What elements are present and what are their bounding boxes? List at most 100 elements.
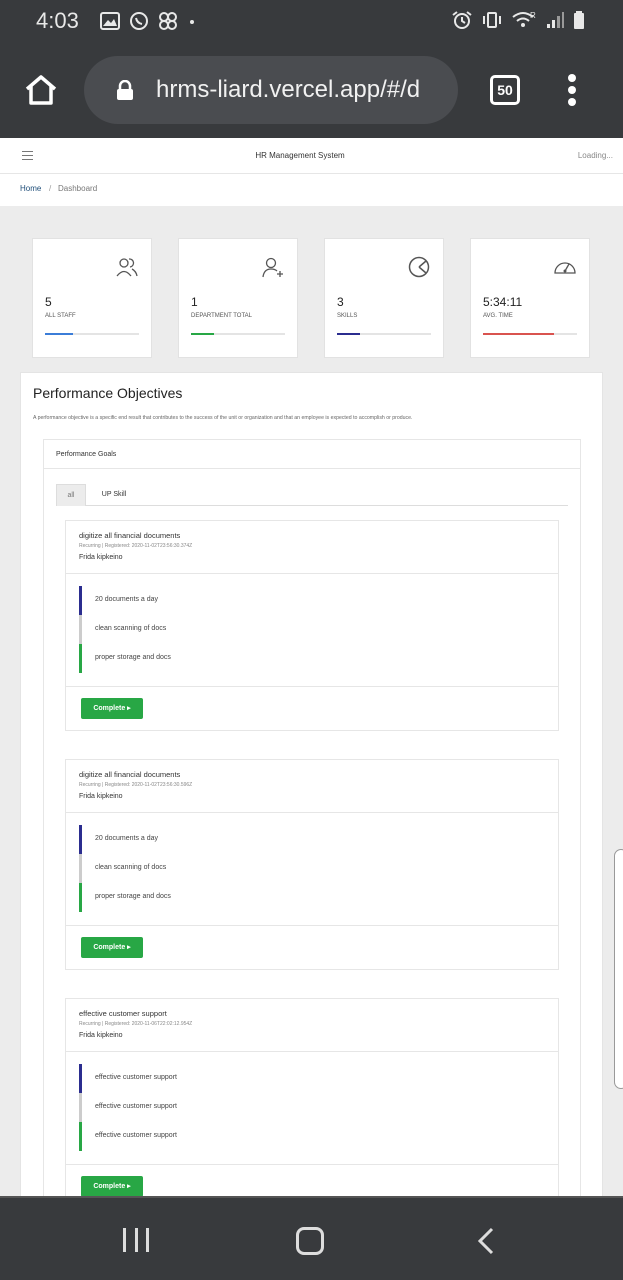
- wifi-icon: R: [512, 11, 536, 27]
- url-text: hrms-liard.vercel.app/#/d: [156, 76, 421, 103]
- app-title: HR Management System: [255, 151, 345, 160]
- whatsapp-icon: [130, 12, 148, 30]
- goals-header-label: Performance Goals: [56, 451, 117, 458]
- home-icon[interactable]: [24, 74, 58, 106]
- objective-item: clean scanning of docs: [79, 615, 549, 644]
- objective-item-text: clean scanning of docs: [95, 625, 167, 632]
- objective-card: digitize all financial documents Recurri…: [65, 520, 559, 731]
- objective-name: digitize all financial documents: [79, 770, 181, 779]
- stat-value: 1: [191, 295, 198, 309]
- tab-all[interactable]: all: [56, 484, 86, 506]
- performance-description: A performance objective is a specific en…: [33, 415, 413, 421]
- performance-title: Performance Objectives: [33, 385, 183, 401]
- add-user-icon: [262, 257, 283, 278]
- edge-panel-handle[interactable]: [614, 849, 623, 1089]
- dot-icon: [190, 20, 194, 24]
- status-bar: 4:03 R: [0, 0, 623, 42]
- back-icon[interactable]: [476, 1226, 496, 1256]
- objective-item-text: effective customer support: [95, 1132, 177, 1139]
- pie-chart-icon: [408, 256, 430, 278]
- app-header: HR Management System Loading...: [0, 138, 623, 174]
- stat-card-avg-time: 5:34:11 AVG. TIME: [470, 238, 590, 358]
- objective-item: 20 documents a day: [79, 825, 549, 854]
- objective-item-text: effective customer support: [95, 1103, 177, 1110]
- status-icons-left: [100, 11, 197, 31]
- objective-header: effective customer support Recurring | R…: [66, 999, 558, 1052]
- address-bar[interactable]: hrms-liard.vercel.app/#/d: [84, 56, 458, 124]
- status-time: 4:03: [36, 8, 79, 33]
- breadcrumb: Home / Dashboard: [0, 174, 623, 206]
- tabs-button[interactable]: 50: [490, 75, 520, 105]
- objective-item-text: 20 documents a day: [95, 596, 159, 603]
- complete-button[interactable]: Complete ▸: [81, 698, 143, 719]
- stat-progress: [45, 333, 139, 335]
- stat-value: 5:34:11: [483, 295, 523, 309]
- objective-item-text: clean scanning of docs: [95, 864, 167, 871]
- objective-card: digitize all financial documents Recurri…: [65, 759, 559, 970]
- alarm-icon: [452, 11, 472, 29]
- stat-value: 5: [45, 295, 52, 309]
- stat-value: 3: [337, 295, 344, 309]
- objective-meta: Recurring | Registered: 2020-11-02T23:56…: [79, 543, 193, 549]
- battery-icon: [574, 11, 584, 29]
- pinwheel-icon: [159, 12, 177, 30]
- breadcrumb-current: Dashboard: [58, 184, 98, 193]
- tab-up-skill[interactable]: UP Skill: [86, 484, 142, 506]
- stat-card-skills: 3 SKILLS: [324, 238, 444, 358]
- objective-item: effective customer support: [79, 1122, 549, 1151]
- objective-header: digitize all financial documents Recurri…: [66, 521, 558, 574]
- performance-panel: Performance Objectives A performance obj…: [20, 372, 603, 1202]
- objective-item-text: 20 documents a day: [95, 835, 159, 842]
- stat-label: DEPARTMENT TOTAL: [191, 313, 253, 319]
- status-icons-right: R: [451, 10, 585, 30]
- objective-item: proper storage and docs: [79, 644, 549, 673]
- stat-progress-fill: [483, 333, 554, 335]
- objective-item: proper storage and docs: [79, 883, 549, 912]
- loading-indicator: Loading...: [577, 151, 613, 160]
- stat-progress: [191, 333, 285, 335]
- objective-item-text: proper storage and docs: [95, 893, 171, 900]
- users-icon: [116, 258, 138, 277]
- objective-item-text: effective customer support: [95, 1074, 177, 1081]
- menu-dots-icon[interactable]: [568, 74, 578, 108]
- stat-label: ALL STAFF: [45, 313, 76, 319]
- browser-toolbar: hrms-liard.vercel.app/#/d 50: [0, 42, 623, 138]
- navigation-bar: [0, 1196, 623, 1280]
- stat-progress: [337, 333, 431, 335]
- objective-header: digitize all financial documents Recurri…: [66, 760, 558, 813]
- objective-item: effective customer support: [79, 1093, 549, 1122]
- objective-items: 20 documents a day clean scanning of doc…: [66, 574, 558, 687]
- wifi-badge: R: [530, 11, 536, 20]
- objective-item: 20 documents a day: [79, 586, 549, 615]
- stat-progress-fill: [45, 333, 74, 335]
- stat-card-department-total: 1 DEPARTMENT TOTAL: [178, 238, 298, 358]
- recents-icon[interactable]: [123, 1228, 149, 1252]
- stat-progress-fill: [337, 333, 360, 335]
- speedometer-icon: [554, 262, 576, 274]
- goal-tabs: all UP Skill: [56, 484, 568, 506]
- objective-item: effective customer support: [79, 1064, 549, 1093]
- stat-card-all-staff: 5 ALL STAFF: [32, 238, 152, 358]
- stat-label: SKILLS: [337, 313, 358, 319]
- signal-icon: [547, 12, 564, 28]
- objective-name: effective customer support: [79, 1009, 167, 1018]
- stat-label: AVG. TIME: [483, 313, 513, 319]
- breadcrumb-separator: /: [49, 184, 52, 193]
- goals-header: Performance Goals: [44, 440, 580, 469]
- complete-button[interactable]: Complete ▸: [81, 1176, 143, 1197]
- objective-name: digitize all financial documents: [79, 531, 181, 540]
- stat-progress: [483, 333, 577, 335]
- lock-icon: [117, 80, 133, 100]
- vibrate-icon: [483, 12, 501, 28]
- complete-button[interactable]: Complete ▸: [81, 937, 143, 958]
- objective-meta: Recurring | Registered: 2020-11-02T23:56…: [79, 782, 193, 788]
- breadcrumb-home[interactable]: Home: [20, 184, 41, 193]
- stat-progress-fill: [191, 333, 214, 335]
- objective-card: effective customer support Recurring | R…: [65, 998, 559, 1201]
- objective-owner: Frida kipkeino: [79, 1032, 123, 1039]
- objective-owner: Frida kipkeino: [79, 793, 123, 800]
- gallery-icon: [100, 12, 120, 30]
- objective-meta: Recurring | Registered: 2020-11-06T22:02…: [79, 1021, 193, 1027]
- home-circle-icon[interactable]: [296, 1227, 324, 1255]
- objective-items: 20 documents a day clean scanning of doc…: [66, 813, 558, 926]
